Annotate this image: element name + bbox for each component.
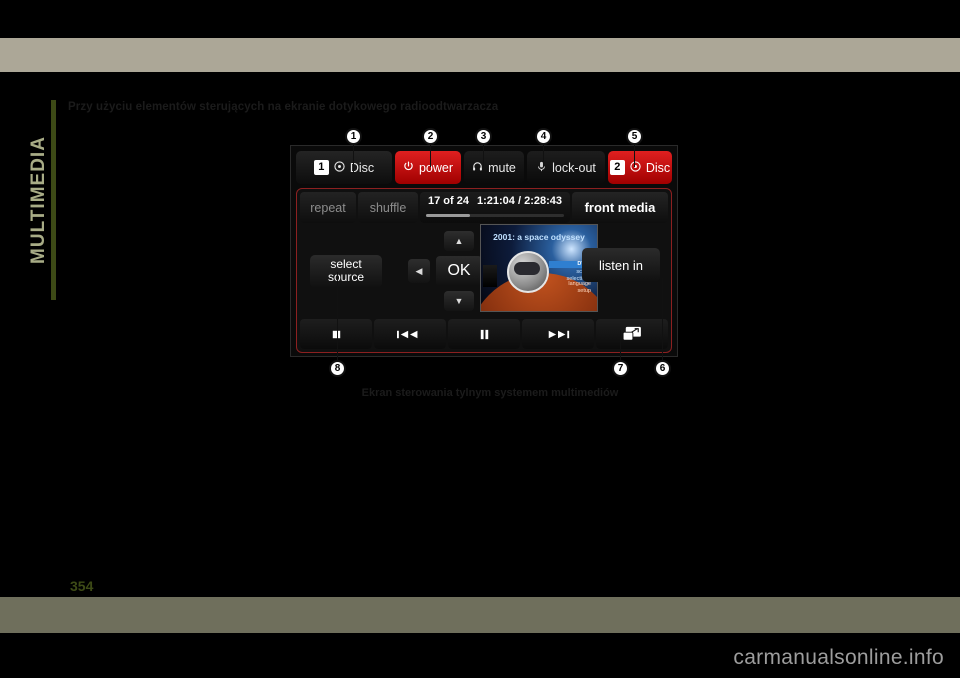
callout-4: 4 <box>535 128 552 145</box>
touchscreen-area: repeat shuffle 17 of 24 1:21:04 / 2:28:4… <box>296 188 672 353</box>
disc2-button[interactable]: 2 Disc <box>608 151 672 184</box>
pause-button[interactable] <box>448 319 520 349</box>
listen-in-button[interactable]: listen in <box>582 248 660 282</box>
dpad-ok-button[interactable]: OK <box>436 256 482 286</box>
callout-leader-line <box>662 278 663 360</box>
disc1-number: 1 <box>313 160 329 175</box>
callout-2: 2 <box>422 128 439 145</box>
mute-button[interactable]: mute <box>464 151 524 184</box>
callout-7: 7 <box>612 360 629 377</box>
stop-button[interactable] <box>300 319 372 349</box>
stop-icon <box>330 328 343 341</box>
headphone-icon <box>472 161 483 175</box>
dvd-cover-art: 2001: a space odyssey DVD sceneselection… <box>480 224 598 312</box>
track-position-label: 17 of 24 <box>428 195 469 207</box>
dpad-left-button[interactable]: ◀ <box>408 259 430 283</box>
dvd-menu-red: language setup <box>568 281 591 294</box>
astronaut-helmet-graphic <box>507 251 549 293</box>
callout-leader-line <box>430 145 431 167</box>
radio-head-unit-figure: 1 Disc power mute lock-out 2 Disc repeat… <box>290 145 678 357</box>
rewind-icon <box>395 328 425 341</box>
disc-icon <box>334 160 345 175</box>
callout-3: 3 <box>475 128 492 145</box>
page-number: 354 <box>70 578 94 594</box>
microphone-icon <box>536 161 547 175</box>
fast-forward-icon <box>543 328 573 341</box>
callout-leader-line <box>543 145 544 167</box>
track-time-label: 1:21:04 / 2:28:43 <box>477 195 562 207</box>
repeat-button[interactable]: repeat <box>300 192 356 223</box>
watermark: carmanualsonline.info <box>733 646 944 669</box>
transport-controls-row <box>300 319 668 349</box>
select-source-button[interactable]: select source <box>310 254 382 288</box>
dpad-up-button[interactable]: ▲ <box>444 231 474 251</box>
section-tab: MULTIMEDIA <box>22 100 56 300</box>
manual-page: MULTIMEDIA Przy użyciu elementów sterują… <box>0 0 960 678</box>
power-label: power <box>418 160 454 175</box>
front-media-button[interactable]: front media <box>572 192 668 223</box>
callout-leader-line <box>337 272 338 360</box>
callout-leader-line <box>483 145 484 167</box>
disc1-button[interactable]: 1 Disc <box>296 151 392 184</box>
power-button[interactable]: power <box>395 151 461 184</box>
dvd-side-badge <box>483 265 497 287</box>
playback-meta-row: repeat shuffle 17 of 24 1:21:04 / 2:28:4… <box>300 192 668 223</box>
screen-mode-button[interactable] <box>596 319 668 349</box>
mute-label: mute <box>488 160 516 175</box>
navigation-row: select source ▲ ◀ OK ▶ ▼ 2001: a space o… <box>300 224 668 316</box>
progress-fill <box>426 214 471 217</box>
select-source-line2: source <box>327 270 365 284</box>
previous-button[interactable] <box>374 319 446 349</box>
page-heading: Przy użyciu elementów sterujących na ekr… <box>68 101 499 113</box>
progress-bar[interactable] <box>426 214 564 217</box>
callout-8: 8 <box>329 360 346 377</box>
dvd-title: 2001: a space odyssey <box>493 232 585 242</box>
track-progress[interactable]: 17 of 24 1:21:04 / 2:28:43 <box>420 192 570 223</box>
callout-6: 6 <box>654 360 671 377</box>
lock-out-button[interactable]: lock-out <box>527 151 605 184</box>
callout-leader-line <box>620 330 621 360</box>
callout-leader-line <box>353 145 354 173</box>
disc2-number: 2 <box>609 160 625 175</box>
screen-swap-icon <box>621 326 643 342</box>
disc2-label: Disc <box>645 160 671 175</box>
top-color-band <box>0 38 960 72</box>
shuffle-button[interactable]: shuffle <box>358 192 418 223</box>
callout-1: 1 <box>345 128 362 145</box>
figure-caption: Ekran sterowania tylnym systemem multime… <box>361 387 619 399</box>
lock-out-label: lock-out <box>552 160 596 175</box>
section-tab-label: MULTIMEDIA <box>28 136 49 264</box>
callout-leader-line <box>634 145 635 167</box>
next-button[interactable] <box>522 319 594 349</box>
power-icon <box>403 161 414 175</box>
dpad-down-button[interactable]: ▼ <box>444 291 474 311</box>
bottom-color-band <box>0 597 960 633</box>
helmet-visor <box>514 262 540 275</box>
disc-icon <box>630 160 641 175</box>
pause-icon <box>478 328 491 341</box>
callout-5: 5 <box>626 128 643 145</box>
